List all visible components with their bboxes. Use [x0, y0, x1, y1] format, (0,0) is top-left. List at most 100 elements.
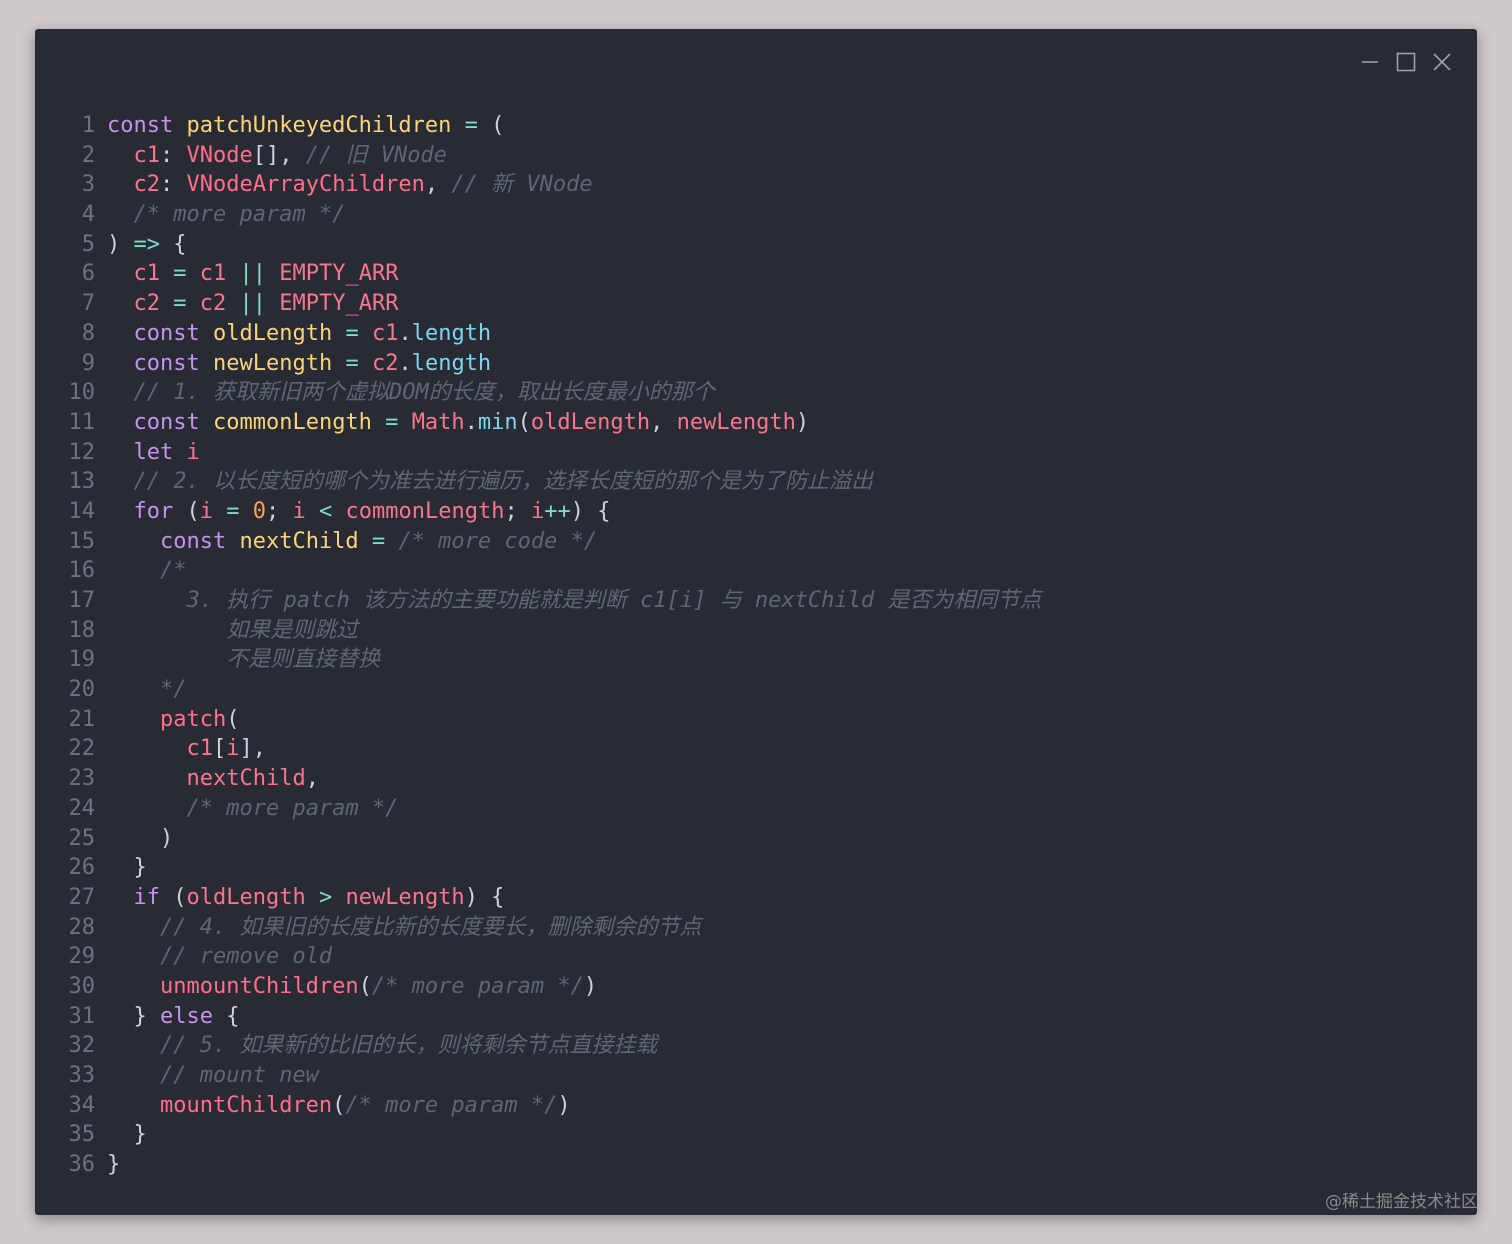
code-line: 34 mountChildren(/* more param */) — [35, 1091, 1041, 1121]
code-token-keyword: if — [133, 884, 161, 910]
code-token-punctuation — [107, 172, 134, 197]
line-number: 5 — [81, 231, 95, 257]
code-token-variable: c1 — [133, 142, 161, 168]
code-line: 1 const patchUnkeyedChildren = ( — [35, 111, 1041, 141]
line-number: 11 — [68, 409, 96, 435]
code-token-punctuation — [107, 588, 186, 613]
code-line: 12 let i — [35, 438, 1041, 468]
minimize-icon[interactable] — [1359, 51, 1381, 73]
code-token-punctuation: . — [398, 320, 412, 346]
line-number: 16 — [68, 558, 96, 584]
code-line: 30 unmountChildren(/* more param */) — [35, 972, 1041, 1002]
code-line: 22 c1[i], — [35, 734, 1041, 764]
code-line: 36} — [35, 1150, 1041, 1180]
code-token-punctuation — [107, 915, 160, 940]
line-number: 27 — [68, 884, 96, 910]
code-token-variable: c1 — [199, 261, 227, 287]
code-token-comment: // 4. 如果旧的长度比新的长度要长，删除剩余的节点 — [159, 914, 702, 940]
code-token-identifier: commonLength — [212, 409, 372, 435]
code-token-punctuation — [107, 1033, 160, 1058]
line-number: 8 — [81, 320, 95, 346]
code-token-punctuation — [107, 1063, 160, 1088]
code-token-punctuation — [107, 618, 226, 643]
code-token-operator: = — [371, 409, 412, 435]
code-token-function-call: unmountChildren — [159, 973, 359, 999]
code-token-variable: newLength — [345, 884, 465, 910]
code-token-punctuation: ; — [504, 498, 531, 524]
code-token-punctuation: . — [464, 409, 478, 435]
code-line: 27 if (oldLength > newLength) { — [35, 883, 1041, 913]
code-token-punctuation — [107, 202, 134, 227]
code-token-punctuation: . — [398, 350, 412, 376]
code-token-punctuation — [107, 736, 186, 761]
code-line: 15 const nextChild = /* more code */ — [35, 527, 1041, 557]
code-line: 13 // 2. 以长度短的哪个为准去进行遍历，选择长度短的那个是为了防止溢出 — [35, 467, 1041, 497]
code-line: 6 c1 = c1 || EMPTY_ARR — [35, 259, 1041, 289]
code-token-punctuation — [107, 469, 134, 494]
code-line: 26 } — [35, 853, 1041, 883]
code-token-comment: // remove old — [159, 944, 333, 970]
code-token-punctuation: } — [107, 1122, 147, 1148]
code-line: 4 /* more param */ — [35, 200, 1041, 230]
code-token-punctuation — [107, 291, 134, 316]
code-token-keyword: for — [133, 498, 174, 524]
line-number: 29 — [68, 944, 96, 970]
code-token-operator: = — [332, 320, 372, 346]
line-number: 13 — [68, 469, 96, 495]
code-token-keyword: const — [133, 320, 213, 346]
line-number: 17 — [68, 588, 96, 613]
line-number: 24 — [68, 795, 96, 821]
code-token-function-call: patch — [159, 706, 227, 732]
code-token-punctuation: ) — [107, 231, 134, 257]
code-line: 35 } — [35, 1120, 1041, 1150]
code-token-variable: c2 — [133, 291, 161, 317]
code-token-property: min — [477, 409, 518, 435]
code-line: 29 // remove old — [35, 942, 1041, 972]
code-token-punctuation — [107, 1093, 160, 1118]
code-token-comment: /* more code */ — [398, 528, 598, 554]
code-token-operator: => — [133, 231, 161, 257]
code-token-punctuation — [107, 974, 160, 999]
code-token-punctuation — [107, 143, 134, 168]
code-token-punctuation: [ — [212, 736, 227, 762]
line-number: 25 — [68, 825, 96, 851]
code-token-variable: EMPTY_ARR — [279, 261, 399, 287]
code-token-punctuation — [107, 677, 160, 702]
code-token-operator: = — [160, 261, 200, 287]
code-token-punctuation — [107, 647, 226, 672]
code-line: 24 /* more param */ — [35, 794, 1041, 824]
code-line: 21 patch( — [35, 705, 1041, 735]
code-token-keyword: const — [159, 528, 240, 554]
code-token-punctuation: ( — [491, 113, 505, 138]
code-token-type: VNode — [186, 142, 253, 168]
code-line: 19 不是则直接替换 — [35, 645, 1041, 675]
code-token-punctuation: : — [160, 142, 187, 168]
maximize-icon[interactable] — [1395, 51, 1417, 73]
line-number: 21 — [68, 706, 96, 732]
code-token-punctuation: ], — [239, 736, 266, 762]
code-token-comment: 不是则直接替换 — [226, 647, 381, 673]
code-token-identifier: oldLength — [212, 320, 333, 346]
code-token-variable: oldLength — [530, 409, 651, 435]
code-token-punctuation: } — [107, 1003, 160, 1029]
line-number: 15 — [68, 528, 96, 554]
code-token-keyword: let — [133, 439, 187, 465]
line-number: 10 — [68, 380, 96, 406]
code-line: 32 // 5. 如果新的比旧的长，则将剩余节点直接挂载 — [35, 1031, 1041, 1061]
code-token-punctuation — [107, 885, 134, 910]
code-block[interactable]: 1 const patchUnkeyedChildren = (2 c1: VNo… — [35, 111, 1042, 1180]
line-number: 9 — [81, 350, 95, 376]
code-token-punctuation — [107, 351, 134, 376]
line-number: 23 — [68, 766, 96, 792]
code-token-comment: // 2. 以长度短的哪个为准去进行遍历，选择长度短的那个是为了防止溢出 — [133, 469, 873, 495]
code-token-operator: > — [305, 884, 346, 910]
close-icon[interactable] — [1431, 51, 1453, 73]
code-token-property: length — [411, 350, 492, 376]
code-line: 20 */ — [35, 675, 1041, 705]
code-token-operator: = — [160, 291, 200, 317]
code-token-variable: c2 — [371, 350, 399, 376]
code-token-punctuation — [107, 321, 134, 346]
code-token-punctuation: : — [160, 172, 187, 198]
code-token-type: VNodeArrayChildren — [186, 172, 425, 198]
code-token-comment: // 旧 VNode — [305, 142, 447, 168]
